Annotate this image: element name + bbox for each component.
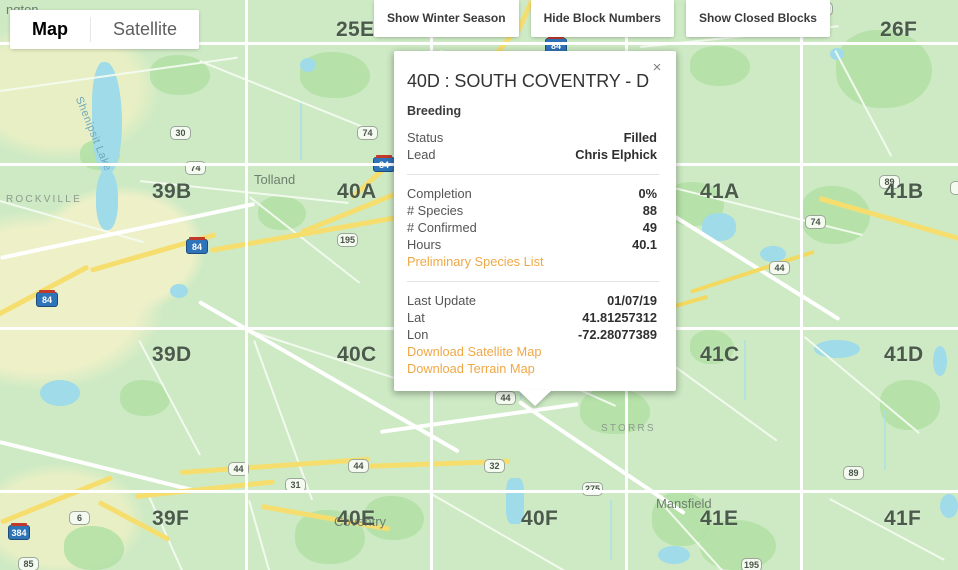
field-label: Completion	[407, 186, 472, 201]
field-lat: Lat 41.81257312	[407, 309, 659, 326]
block-label-40F[interactable]: 40F	[521, 507, 558, 531]
field-num-species: # Species 88	[407, 202, 659, 219]
field-label: Lon	[407, 327, 429, 342]
block-label-40A[interactable]: 40A	[337, 180, 376, 204]
block-label-41E[interactable]: 41E	[700, 507, 738, 531]
field-value: Filled	[623, 130, 657, 145]
field-value: 49	[642, 220, 657, 235]
block-label-40E[interactable]: 40E	[337, 507, 375, 531]
field-lead: Lead Chris Elphick	[407, 146, 659, 163]
field-label: Lat	[407, 310, 425, 325]
block-label-41A[interactable]: 41A	[700, 180, 739, 204]
info-window-title: 40D : SOUTH COVENTRY - D	[407, 71, 649, 91]
field-value: Chris Elphick	[575, 147, 657, 162]
field-value: 0%	[638, 186, 658, 201]
block-label-41B[interactable]: 41B	[884, 180, 923, 204]
download-terrain-map-link[interactable]: Download Terrain Map	[407, 360, 659, 377]
map-type-map-button[interactable]: Map	[10, 10, 90, 49]
field-label: # Species	[407, 203, 464, 218]
field-value: -72.28077389	[578, 327, 657, 342]
map-type-satellite-button[interactable]: Satellite	[91, 10, 200, 49]
field-last-update: Last Update 01/07/19	[407, 292, 659, 309]
block-label-39B[interactable]: 39B	[152, 180, 191, 204]
field-label: Lead	[407, 147, 436, 162]
block-label-26F[interactable]: 26F	[880, 18, 917, 42]
field-num-confirmed: # Confirmed 49	[407, 219, 659, 236]
field-value: 40.1	[632, 237, 657, 252]
grid-line-horizontal	[0, 490, 958, 493]
primary-fields: Status Filled Lead Chris Elphick	[407, 129, 659, 163]
field-value: 88	[642, 203, 657, 218]
field-completion: Completion 0%	[407, 185, 659, 202]
block-info-window: × 40D : SOUTH COVENTRY - D Breeding Stat…	[394, 51, 676, 391]
field-value: 41.81257312	[582, 310, 657, 325]
block-label-40C[interactable]: 40C	[337, 343, 376, 367]
hide-block-numbers-button[interactable]: Hide Block Numbers	[530, 0, 674, 37]
field-label: Last Update	[407, 293, 477, 308]
grid-line-vertical	[800, 0, 803, 570]
preliminary-species-list-link[interactable]: Preliminary Species List	[407, 253, 659, 270]
block-label-41C[interactable]: 41C	[700, 343, 739, 367]
meta-fields: Last Update 01/07/19 Lat 41.81257312 Lon…	[407, 292, 659, 377]
field-value: 01/07/19	[607, 293, 657, 308]
close-icon[interactable]: ×	[648, 59, 666, 77]
show-closed-blocks-button[interactable]: Show Closed Blocks	[685, 0, 830, 37]
divider	[407, 174, 659, 175]
field-label: Status	[407, 130, 444, 145]
map-toolbar: Show Winter Season Hide Block Numbers Sh…	[374, 0, 830, 37]
download-satellite-map-link[interactable]: Download Satellite Map	[407, 343, 659, 360]
map-type-control: Map Satellite	[10, 10, 200, 49]
info-window-subtitle: Breeding	[407, 104, 462, 118]
field-hours: Hours 40.1	[407, 236, 659, 253]
block-label-39D[interactable]: 39D	[152, 343, 191, 367]
block-label-25E[interactable]: 25E	[336, 18, 374, 42]
field-label: Hours	[407, 237, 442, 252]
block-label-41D[interactable]: 41D	[884, 343, 923, 367]
field-status: Status Filled	[407, 129, 659, 146]
block-label-39F[interactable]: 39F	[152, 507, 189, 531]
show-winter-season-button[interactable]: Show Winter Season	[374, 0, 519, 37]
divider	[407, 281, 659, 282]
field-lon: Lon -72.28077389	[407, 326, 659, 343]
field-label: # Confirmed	[407, 220, 477, 235]
stats-fields: Completion 0% # Species 88 # Confirmed 4…	[407, 185, 659, 270]
grid-line-vertical	[245, 0, 248, 570]
block-label-41F[interactable]: 41F	[884, 507, 921, 531]
map-application: ngton ROCKVILLE Tolland STORRS Coventry …	[0, 0, 958, 570]
